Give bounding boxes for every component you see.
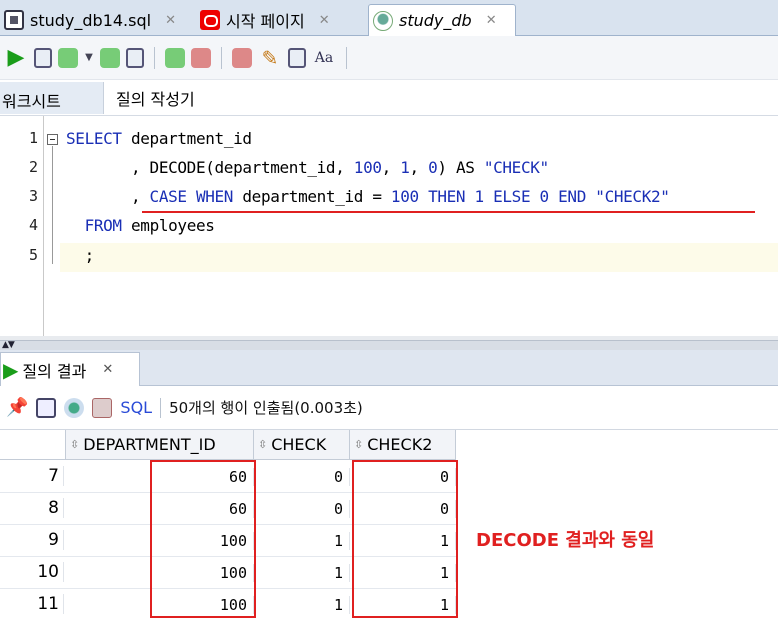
print-icon[interactable] bbox=[36, 397, 57, 418]
column-header-check[interactable]: ⇳ CHECK bbox=[254, 430, 350, 460]
row-number: 11 bbox=[0, 594, 64, 614]
sql-tuning-icon[interactable] bbox=[232, 47, 252, 68]
chevron-down-icon[interactable]: ▼ bbox=[84, 46, 94, 70]
check2-column-highlight-box bbox=[352, 460, 458, 618]
line-number: 5 bbox=[28, 246, 38, 264]
line-number: 2 bbox=[28, 158, 38, 176]
tab-label: study_db14.sql bbox=[30, 10, 152, 30]
sort-icon[interactable]: ⇳ bbox=[354, 438, 363, 451]
column-header-department-id[interactable]: ⇳ DEPARTMENT_ID bbox=[66, 430, 254, 460]
line-number-gutter: 1 2 3 4 5 bbox=[0, 116, 44, 340]
sql-link[interactable]: SQL bbox=[120, 398, 152, 417]
code-line-1: SELECT department_id bbox=[66, 129, 252, 148]
fold-guide bbox=[52, 146, 53, 264]
code-line-2: , DECODE(department_id, 100, 1, 0) AS "C… bbox=[66, 158, 549, 177]
row-number-header bbox=[0, 430, 66, 460]
explain-plan-icon[interactable] bbox=[100, 47, 120, 68]
tab-query-result[interactable]: ▶ 질의 결과 ✕ bbox=[0, 352, 140, 386]
tab-worksheet[interactable]: 워크시트 bbox=[0, 82, 104, 114]
annotation-text: DECODE 결과와 동일 bbox=[476, 530, 655, 551]
history-icon[interactable] bbox=[288, 47, 306, 68]
line-number: 1 bbox=[28, 129, 38, 147]
tab-start-page[interactable]: 시작 페이지 ✕ bbox=[196, 4, 364, 36]
cell-check[interactable]: 0 bbox=[254, 468, 350, 486]
tab-label: 시작 페이지 bbox=[226, 12, 305, 31]
cell-check[interactable]: 0 bbox=[254, 500, 350, 518]
fetch-status: 50개의 행이 인출됨(0.003초) bbox=[169, 399, 363, 417]
pin-icon[interactable]: 📌 bbox=[6, 397, 28, 418]
toolbar-divider bbox=[346, 46, 347, 69]
play-icon: ▶ bbox=[3, 357, 19, 382]
rollback-icon[interactable] bbox=[191, 47, 211, 68]
fold-toggle-icon[interactable] bbox=[47, 134, 58, 145]
tab-study-db[interactable]: study_db ✕ bbox=[368, 4, 516, 36]
collapse-arrows-icon[interactable]: ▲▼ bbox=[2, 340, 15, 350]
close-icon[interactable]: ✕ bbox=[319, 13, 330, 28]
sort-icon[interactable]: ⇳ bbox=[70, 438, 79, 451]
editor-tab-bar: study_db14.sql ✕ 시작 페이지 ✕ study_db ✕ bbox=[0, 0, 778, 36]
code-line-4: FROM employees bbox=[84, 216, 215, 235]
editor-toolbar: ▶ ▼ ✎ Aa bbox=[0, 36, 778, 80]
close-icon[interactable]: ✕ bbox=[486, 13, 497, 28]
current-line-highlight bbox=[60, 243, 778, 272]
oracle-icon bbox=[200, 10, 220, 30]
eraser-icon[interactable]: ✎ bbox=[258, 46, 282, 70]
code-line-3: , CASE WHEN department_id = 100 THEN 1 E… bbox=[66, 187, 670, 206]
column-header-label: CHECK bbox=[271, 435, 327, 454]
toolbar-divider bbox=[160, 397, 162, 418]
results-tab-bar: ▶ 질의 결과 ✕ bbox=[0, 350, 778, 386]
decode-column-highlight-box bbox=[150, 460, 256, 618]
column-header-label: DEPARTMENT_ID bbox=[83, 435, 216, 454]
sql-file-icon bbox=[4, 10, 24, 30]
column-header-label: CHECK2 bbox=[367, 435, 433, 454]
text-case-icon[interactable]: Aa bbox=[312, 46, 336, 70]
row-number: 9 bbox=[0, 530, 64, 550]
run-script-icon[interactable] bbox=[34, 47, 52, 68]
code-line-5: ; bbox=[66, 246, 95, 265]
results-toolbar: 📌 SQL 50개의 행이 인출됨(0.003초) bbox=[0, 386, 778, 430]
cell-check[interactable]: 1 bbox=[254, 532, 350, 550]
toolbar-divider bbox=[221, 46, 222, 69]
tab-label: 질의 결과 bbox=[22, 361, 87, 381]
toolbar-divider bbox=[154, 46, 155, 69]
line-number: 3 bbox=[28, 187, 38, 205]
row-number: 10 bbox=[0, 562, 64, 582]
tab-query-builder[interactable]: 질의 작성기 bbox=[116, 86, 195, 110]
case-when-underline bbox=[142, 211, 755, 213]
db-connection-icon bbox=[373, 10, 393, 31]
cell-check[interactable]: 1 bbox=[254, 564, 350, 582]
tab-study-db14-sql[interactable]: study_db14.sql ✕ bbox=[0, 4, 192, 36]
commit-transaction-icon[interactable] bbox=[165, 47, 185, 68]
tab-label: study_db bbox=[399, 11, 472, 30]
results-grid: ⇳ DEPARTMENT_ID ⇳ CHECK ⇳ CHECK2 7 60 0 … bbox=[0, 430, 778, 620]
close-icon[interactable]: ✕ bbox=[165, 13, 176, 28]
panel-splitter[interactable]: ▲▼ bbox=[0, 340, 778, 350]
column-header-check2[interactable]: ⇳ CHECK2 bbox=[350, 430, 456, 460]
commit-icon[interactable] bbox=[58, 47, 78, 68]
sort-icon[interactable]: ⇳ bbox=[258, 438, 267, 451]
row-number: 8 bbox=[0, 498, 64, 518]
row-number: 7 bbox=[0, 466, 64, 486]
run-statement-icon[interactable]: ▶ bbox=[4, 45, 28, 70]
sql-editor[interactable]: 1 2 3 4 5 SELECT department_id , DECODE(… bbox=[0, 116, 778, 340]
refresh-icon[interactable] bbox=[64, 397, 85, 418]
export-icon[interactable] bbox=[92, 397, 113, 418]
worksheet-subtabs: 워크시트 질의 작성기 bbox=[0, 80, 778, 116]
line-number: 4 bbox=[28, 216, 38, 234]
close-icon[interactable]: ✕ bbox=[102, 362, 113, 377]
cell-check[interactable]: 1 bbox=[254, 596, 350, 614]
autotrace-icon[interactable] bbox=[126, 47, 144, 68]
